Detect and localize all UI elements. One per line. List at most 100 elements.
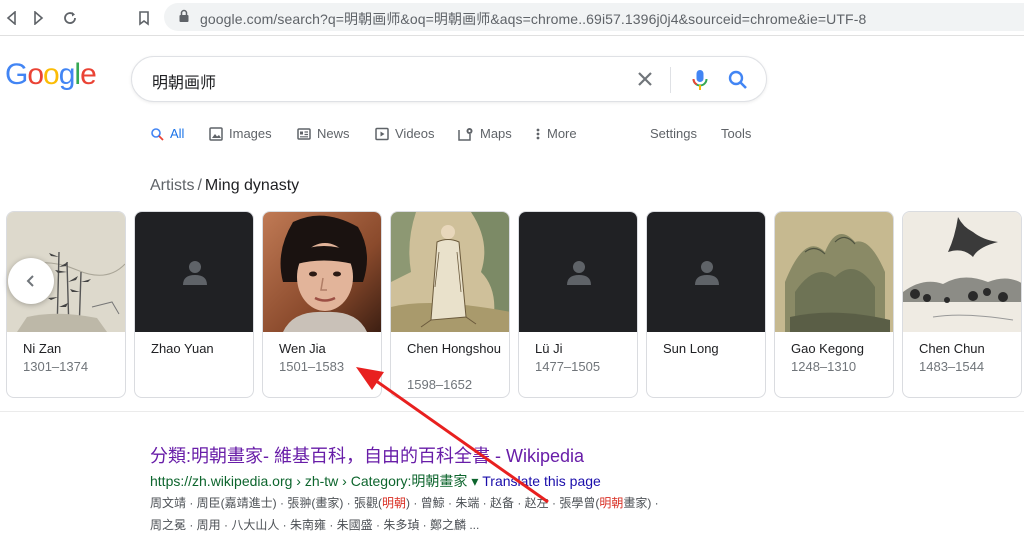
- lock-icon: [179, 9, 189, 22]
- microphone-icon: [692, 70, 708, 90]
- artist-years: 1477–1505: [535, 359, 601, 374]
- artist-image: [647, 212, 765, 332]
- tab-label: Maps: [480, 126, 512, 141]
- tab-settings[interactable]: Settings: [650, 126, 697, 141]
- tab-maps[interactable]: Maps: [458, 126, 512, 141]
- person-placeholder-icon: [695, 261, 719, 285]
- logo-letter: o: [27, 58, 44, 91]
- reload-icon: [64, 12, 76, 24]
- tab-tools[interactable]: Tools: [721, 126, 751, 141]
- mountain-painting-image: [775, 212, 893, 332]
- artist-card[interactable]: Gao Kegong 1248–1310: [774, 211, 894, 398]
- artist-years: 1501–1583: [279, 359, 345, 374]
- artist-image: [519, 212, 637, 332]
- tab-label: News: [317, 126, 350, 141]
- translate-link[interactable]: Translate this page: [482, 473, 601, 489]
- person-photo-image: [263, 212, 381, 332]
- artist-card[interactable]: Ni Zan 1301–1374: [6, 211, 126, 398]
- image-icon: [209, 126, 223, 141]
- artist-years: 1598–1652: [407, 377, 473, 392]
- search-button[interactable]: [726, 67, 750, 93]
- tab-label: More: [547, 126, 577, 141]
- person-placeholder-icon: [567, 261, 591, 285]
- person-placeholder-icon: [183, 261, 207, 285]
- artist-card[interactable]: Chen Chun 1483–1544: [902, 211, 1022, 398]
- video-icon: [375, 127, 389, 140]
- reload-button[interactable]: [58, 6, 82, 30]
- artist-years: 1483–1544: [919, 359, 985, 374]
- figure-painting-image: [391, 212, 509, 332]
- more-icon: [536, 128, 540, 139]
- tab-label: Videos: [395, 126, 435, 141]
- bookmark-button[interactable]: [132, 6, 156, 30]
- forward-icon: [34, 11, 44, 25]
- artist-card[interactable]: Lü Ji 1477–1505: [518, 211, 638, 398]
- tab-label: Tools: [721, 126, 752, 141]
- artist-card[interactable]: Sun Long: [646, 211, 766, 398]
- browser-toolbar: google.com/search?q=明朝画师&oq=明朝画师&aqs=chr…: [0, 0, 1024, 36]
- artist-card[interactable]: Zhao Yuan: [134, 211, 254, 398]
- artist-name: Lü Ji: [535, 341, 563, 356]
- logo-letter: o: [43, 58, 60, 91]
- tab-all[interactable]: All: [150, 126, 184, 141]
- carousel-prev-button[interactable]: [8, 258, 54, 304]
- close-icon: [638, 72, 652, 86]
- search-icon: [728, 70, 747, 89]
- search-input[interactable]: 明朝画师: [152, 69, 216, 93]
- address-bar[interactable]: google.com/search?q=明朝画师&oq=明朝画师&aqs=chr…: [164, 3, 1024, 31]
- artist-name: Chen Chun: [919, 341, 985, 356]
- tab-label: Images: [229, 126, 272, 141]
- carousel-breadcrumb[interactable]: Artists: [150, 177, 194, 194]
- result-snippet-line-2: 周之冕 · 周用 · 八大山人 · 朱南雍 · 朱國盛 · 朱多𤦹 · 鄭之麟 …: [150, 518, 480, 532]
- snippet-text: 畫家) ·: [623, 496, 659, 510]
- artist-years: 1301–1374: [23, 359, 89, 374]
- tab-label: Settings: [650, 126, 697, 141]
- voice-search-button[interactable]: [688, 67, 712, 93]
- snippet-highlight: 明朝: [599, 496, 624, 510]
- forward-button[interactable]: [26, 6, 50, 30]
- artist-image: [903, 212, 1021, 332]
- map-icon: [458, 127, 473, 141]
- search-divider: [670, 67, 671, 93]
- tab-images[interactable]: Images: [209, 126, 272, 141]
- artist-image: [775, 212, 893, 332]
- artist-name: Gao Kegong: [791, 341, 865, 356]
- snippet-text: ) · 曾鯨 · 朱端 · 赵备 · 赵左 · 張學曾(: [406, 496, 600, 510]
- result-title-link[interactable]: 分類:明朝畫家- 維基百科，自由的百科全書 - Wikipedia: [150, 442, 584, 468]
- artist-name: Zhao Yuan: [151, 341, 214, 356]
- logo-letter: e: [80, 58, 97, 91]
- artist-name: Ni Zan: [23, 341, 62, 356]
- artist-card[interactable]: Wen Jia 1501–1583: [262, 211, 382, 398]
- section-divider: [0, 411, 1024, 412]
- tab-videos[interactable]: Videos: [375, 126, 435, 141]
- result-snippet-line-1: 周文靖 · 周臣(嘉靖進士) · 張翀(畫家) · 張觀(明朝) · 曾鯨 · …: [150, 494, 659, 511]
- artist-card[interactable]: Chen Hongshou 1598–1652: [390, 211, 510, 398]
- result-url: https://zh.wikipedia.org › zh-tw › Categ…: [150, 471, 601, 491]
- logo-letter: g: [58, 58, 76, 91]
- artist-image: [135, 212, 253, 332]
- ink-landscape-image: [903, 212, 1021, 332]
- result-url-text[interactable]: https://zh.wikipedia.org › zh-tw › Categ…: [150, 473, 467, 489]
- artist-carousel: Ni Zan 1301–1374 Zhao Yuan Wen Jia 1501–…: [6, 211, 1024, 399]
- logo-letter: G: [5, 58, 28, 91]
- search-box: 明朝画师: [131, 56, 767, 102]
- result-dropdown-icon[interactable]: ▾: [471, 473, 478, 489]
- url-text: google.com/search?q=明朝画师&oq=明朝画师&aqs=chr…: [200, 11, 867, 27]
- back-button[interactable]: [0, 6, 24, 30]
- tab-news[interactable]: News: [297, 126, 350, 141]
- bookmark-icon: [139, 11, 149, 26]
- artist-image: [263, 212, 381, 332]
- snippet-text: 周文靖 · 周臣(嘉靖進士) · 張翀(畫家) · 張觀(: [150, 496, 382, 510]
- artist-name: Chen Hongshou: [407, 341, 501, 356]
- snippet-highlight: 明朝: [381, 496, 406, 510]
- tab-label: All: [170, 126, 185, 141]
- clear-button[interactable]: [634, 68, 656, 90]
- artist-image: [391, 212, 509, 332]
- artist-name: Wen Jia: [279, 341, 326, 356]
- artist-name: Sun Long: [663, 341, 719, 356]
- carousel-title: Ming dynasty: [204, 177, 300, 194]
- tab-more[interactable]: More: [535, 126, 577, 141]
- google-logo[interactable]: Google: [5, 58, 97, 92]
- news-icon: [297, 127, 311, 140]
- carousel-heading: Artists / Ming dynasty: [150, 177, 299, 195]
